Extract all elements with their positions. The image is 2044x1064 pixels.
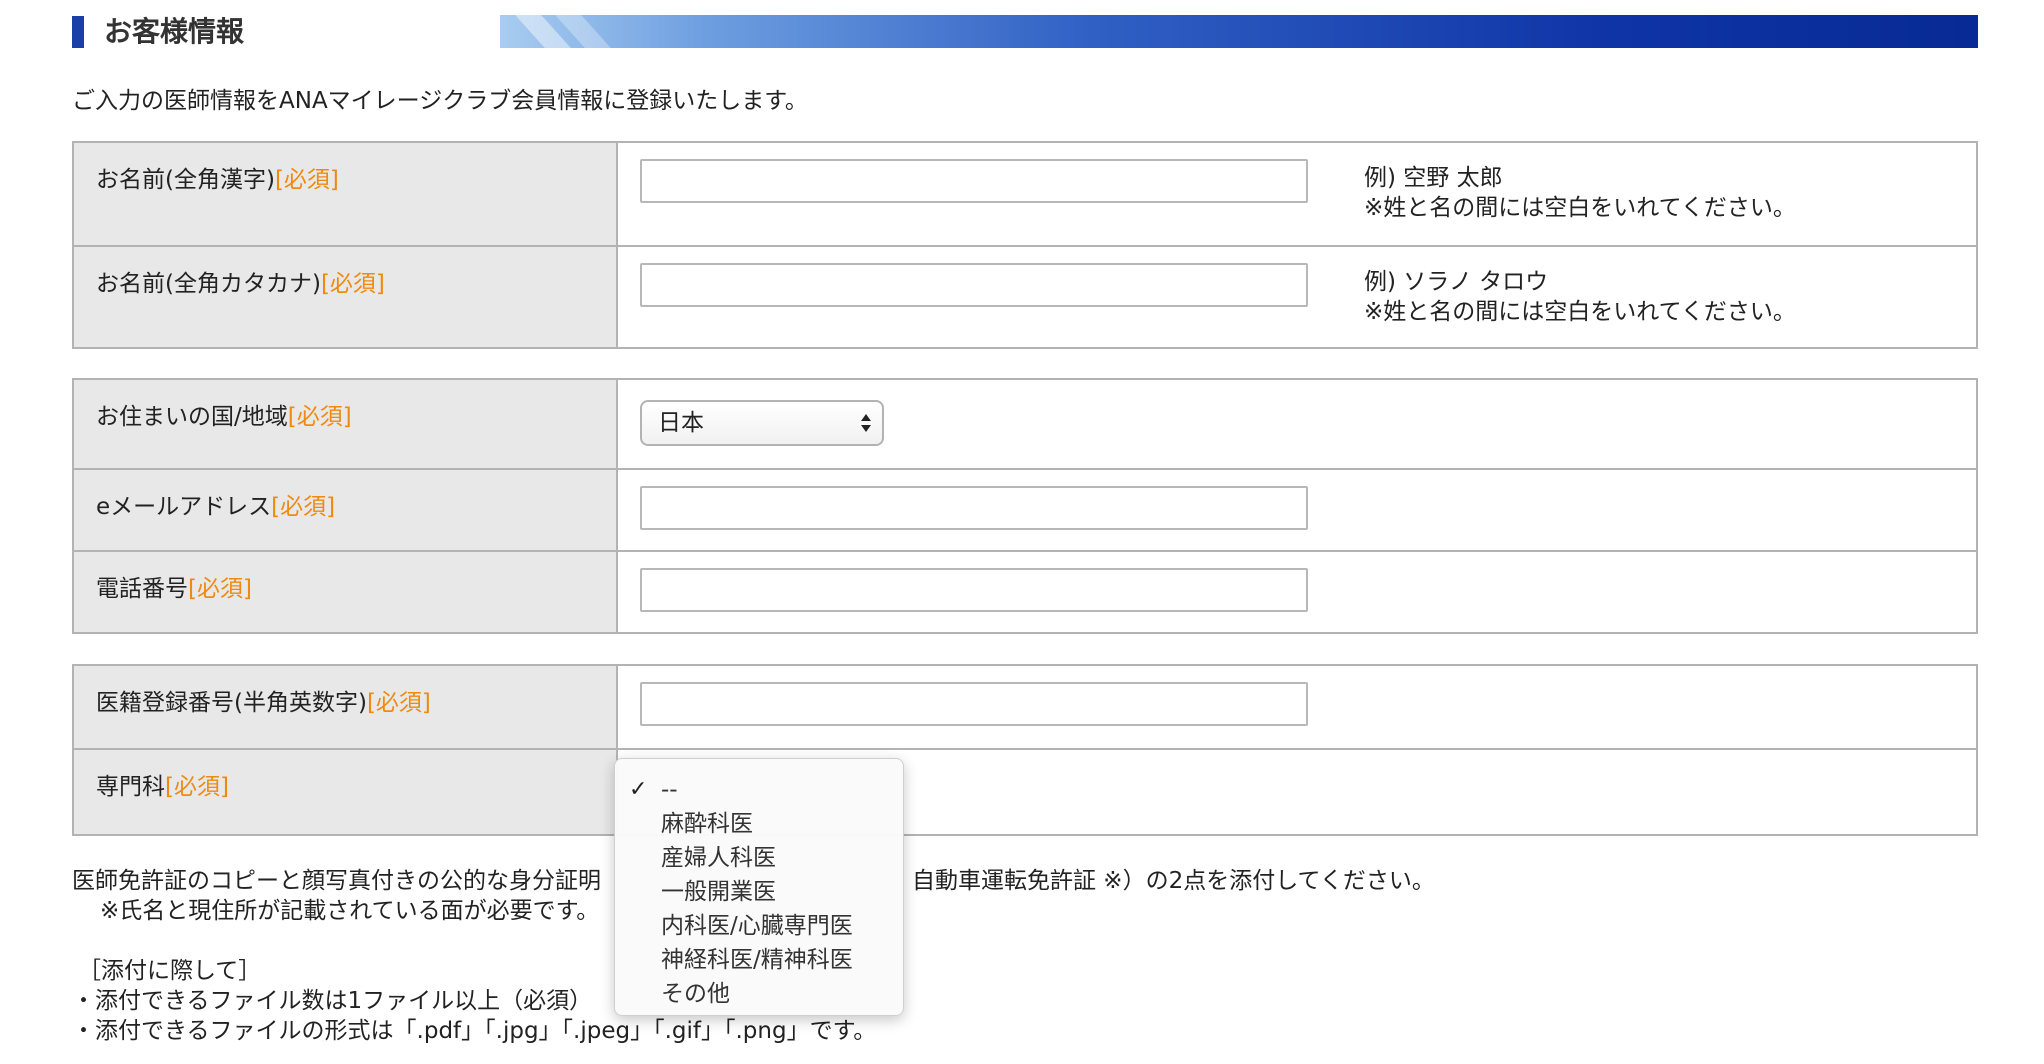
attachment-count-rule: ・添付できるファイル数は1ファイル以上（必須）: [72, 988, 593, 1014]
attachment-heading: ［添付に際して］: [78, 958, 262, 984]
name-kanji-input[interactable]: [640, 159, 1308, 203]
label-text: eメールアドレス: [96, 494, 272, 520]
label-specialty: 専門科[必須]: [74, 750, 618, 834]
checkmark-icon: ✓: [629, 777, 648, 802]
label-text: 医籍登録番号(半角英数字): [96, 690, 367, 716]
name-kanji-note: 例) 空野 太郎 ※姓と名の間には空白をいれてください。: [1364, 163, 1796, 223]
section-marker-icon: [72, 16, 84, 48]
section-header: お客様情報: [72, 14, 1978, 48]
label-registration-number: 医籍登録番号(半角英数字)[必須]: [74, 666, 618, 748]
label-text: 専門科: [96, 774, 165, 800]
specialty-option-other[interactable]: その他: [615, 977, 903, 1011]
label-text: お名前(全角漢字): [96, 167, 275, 193]
required-badge: [必須]: [320, 271, 385, 297]
select-arrows-icon: [861, 414, 871, 432]
email-input[interactable]: [640, 486, 1308, 530]
attachment-instruction-right: 自動車運転免許証 ※）の2点を添付してください。: [912, 868, 1435, 894]
required-badge: [必須]: [274, 167, 339, 193]
label-text: お名前(全角カタカナ): [96, 271, 321, 297]
specialty-option-general-practice[interactable]: 一般開業医: [615, 875, 903, 909]
specialty-option-none[interactable]: ✓ --: [615, 773, 903, 807]
name-table: お名前(全角漢字)[必須] 例) 空野 太郎 ※姓と名の間には空白をいれてくださ…: [72, 141, 1978, 349]
phone-input[interactable]: [640, 568, 1308, 612]
row-name-kana: お名前(全角カタカナ)[必須] 例) ソラノ タロウ ※姓と名の間には空白をいれ…: [74, 245, 1976, 347]
section-title: お客様情報: [104, 15, 245, 48]
row-registration-number: 医籍登録番号(半角英数字)[必須]: [74, 666, 1976, 748]
row-name-kanji: お名前(全角漢字)[必須] 例) 空野 太郎 ※姓と名の間には空白をいれてくださ…: [74, 143, 1976, 245]
required-badge: [必須]: [188, 576, 252, 602]
required-badge: [必須]: [271, 494, 336, 520]
customer-info-page: お客様情報 ご入力の医師情報をANAマイレージクラブ会員情報に登録いたします。 …: [0, 0, 2044, 1064]
required-badge: [必須]: [165, 774, 229, 800]
intro-text: ご入力の医師情報をANAマイレージクラブ会員情報に登録いたします。: [72, 88, 808, 114]
row-specialty: 専門科[必須]: [74, 748, 1976, 834]
registration-number-input[interactable]: [640, 682, 1308, 726]
specialty-option-anesthesiology[interactable]: 麻酔科医: [615, 807, 903, 841]
note-example: 例) 空野 太郎: [1364, 165, 1503, 191]
specialty-option-neurology-psychiatry[interactable]: 神経科医/精神科医: [615, 943, 903, 977]
attachment-format-rule: ・添付できるファイルの形式は「.pdf」「.jpg」「.jpeg」「.gif」「…: [72, 1018, 877, 1044]
option-label: --: [661, 777, 678, 803]
attachment-instruction-left: 医師免許証のコピーと顔写真付きの公的な身分証明: [72, 868, 601, 894]
label-text: 電話番号: [96, 576, 188, 602]
medical-table: 医籍登録番号(半角英数字)[必須] 専門科[必須]: [72, 664, 1978, 836]
label-phone: 電話番号[必須]: [74, 552, 618, 632]
country-selected-value: 日本: [658, 410, 704, 436]
label-text: お住まいの国/地域: [96, 404, 288, 430]
section-header-bar: [500, 15, 1978, 48]
label-name-kana: お名前(全角カタカナ)[必須]: [74, 247, 618, 347]
contact-table: お住まいの国/地域[必須] 日本 eメールアドレス[必須] 電話番号[必須]: [72, 378, 1978, 634]
note-instruction: ※姓と名の間には空白をいれてください。: [1364, 195, 1796, 221]
name-kana-note: 例) ソラノ タロウ ※姓と名の間には空白をいれてください。: [1364, 267, 1796, 327]
required-badge: [必須]: [366, 690, 431, 716]
required-badge: [必須]: [287, 404, 352, 430]
note-example: 例) ソラノ タロウ: [1364, 269, 1549, 295]
name-kana-input[interactable]: [640, 263, 1308, 307]
note-instruction: ※姓と名の間には空白をいれてください。: [1364, 299, 1796, 325]
specialty-dropdown[interactable]: ✓ -- 麻酔科医 産婦人科医 一般開業医 内科医/心臓専門医 神経科医/精神科…: [614, 758, 904, 1016]
row-phone: 電話番号[必須]: [74, 550, 1976, 632]
specialty-option-internal-cardiology[interactable]: 内科医/心臓専門医: [615, 909, 903, 943]
row-email: eメールアドレス[必須]: [74, 468, 1976, 550]
label-email: eメールアドレス[必須]: [74, 470, 618, 550]
label-name-kanji: お名前(全角漢字)[必須]: [74, 143, 618, 245]
attachment-note: ※氏名と現住所が記載されている面が必要です。: [100, 898, 600, 924]
row-country: お住まいの国/地域[必須] 日本: [74, 380, 1976, 468]
label-country: お住まいの国/地域[必須]: [74, 380, 618, 468]
specialty-option-obstetrics[interactable]: 産婦人科医: [615, 841, 903, 875]
country-select[interactable]: 日本: [640, 400, 884, 446]
